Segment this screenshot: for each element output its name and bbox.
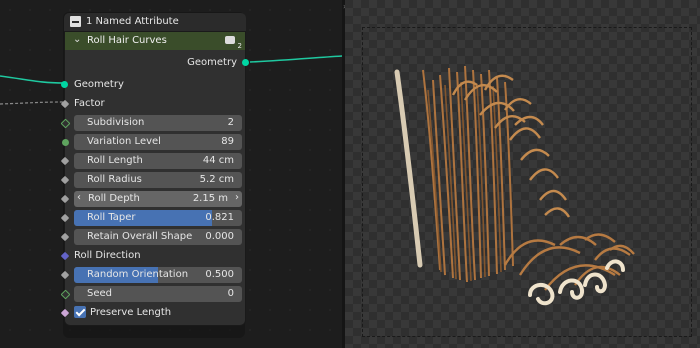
badge-count: 2: [237, 42, 242, 50]
subdivision-label: Subdivision: [87, 117, 145, 128]
input-geometry-label: Geometry: [74, 79, 124, 90]
roll-taper-slider[interactable]: Roll Taper 0.821: [74, 210, 242, 226]
roll-radius-value: 5.2 cm: [199, 174, 234, 185]
output-geometry-row: Geometry: [65, 54, 249, 72]
random-orientation-label: Random Orientation: [87, 269, 189, 280]
preserve-length-checkbox[interactable]: [74, 306, 86, 318]
retain-overall-shape-row: Retain Overall Shape 0.000: [60, 228, 245, 246]
output-geometry-label: Geometry: [187, 57, 237, 68]
variation-level-row: Variation Level 89: [62, 133, 245, 151]
variation-level-label: Variation Level: [87, 136, 161, 147]
roll-taper-label: Roll Taper: [87, 212, 136, 223]
roll-radius-label: Roll Radius: [87, 174, 142, 185]
seed-value: 0: [227, 288, 234, 299]
roll-depth-row: ‹ Roll Depth 2.15 m ›: [60, 190, 245, 208]
factor-label: Factor: [74, 98, 105, 109]
collapse-chevron-icon[interactable]: ⌄: [73, 34, 81, 45]
guide-strand: [394, 69, 423, 268]
named-attribute-label: 1 Named Attribute: [86, 16, 179, 27]
input-geometry-row: Geometry: [61, 76, 245, 94]
retain-overall-shape-value: 0.000: [205, 231, 234, 242]
random-orientation-slider[interactable]: Random Orientation 0.500: [74, 267, 242, 283]
node-header[interactable]: ⌄ Roll Hair Curves 2: [65, 32, 245, 50]
retain-overall-shape-slider[interactable]: Retain Overall Shape 0.000: [74, 229, 242, 245]
variation-level-field[interactable]: Variation Level 89: [74, 134, 242, 150]
roll-depth-value: 2.15 m: [192, 193, 228, 204]
subdivision-field[interactable]: Subdivision 2: [74, 115, 242, 131]
viewport-3d[interactable]: [345, 0, 700, 348]
roll-taper-row: Roll Taper 0.821: [60, 209, 245, 227]
input-factor-row: Factor: [60, 95, 245, 113]
roll-radius-field[interactable]: Roll Radius 5.2 cm: [74, 172, 242, 188]
increment-arrow-icon[interactable]: ›: [235, 192, 239, 203]
node-title: Roll Hair Curves: [87, 35, 167, 46]
subdivision-value: 2: [227, 117, 234, 128]
retain-overall-shape-label: Retain Overall Shape: [87, 231, 193, 242]
roll-depth-label: Roll Depth: [88, 193, 140, 204]
roll-direction-label: Roll Direction: [74, 250, 141, 261]
node-group-users-icon[interactable]: 2: [225, 34, 242, 50]
variation-level-socket[interactable]: [62, 139, 69, 146]
seed-row: Seed 0: [60, 285, 245, 303]
decrement-arrow-icon[interactable]: ‹: [77, 192, 81, 203]
hair-render: [394, 65, 635, 306]
roll-direction-row: Roll Direction: [60, 247, 245, 265]
geometry-input-wire: [0, 75, 65, 84]
preserve-length-label: Preserve Length: [90, 307, 172, 318]
seed-label: Seed: [87, 288, 112, 299]
node-editor[interactable]: 1 Named Attribute ⌄ Roll Hair Curves 2 G…: [0, 0, 342, 348]
roll-radius-row: Roll Radius 5.2 cm: [60, 171, 245, 189]
named-attribute-node[interactable]: 1 Named Attribute: [64, 13, 246, 31]
node-group-icon: [70, 16, 81, 27]
preserve-length-row: Preserve Length: [60, 304, 245, 322]
roll-length-label: Roll Length: [87, 155, 143, 166]
roll-length-field[interactable]: Roll Length 44 cm: [74, 153, 242, 169]
random-orientation-value: 0.500: [205, 269, 234, 280]
input-geometry-socket[interactable]: [61, 81, 68, 88]
roll-length-value: 44 cm: [202, 155, 234, 166]
roll-taper-value: 0.821: [205, 212, 234, 223]
random-orientation-row: Random Orientation 0.500: [60, 266, 245, 284]
factor-input-wire: [0, 101, 65, 105]
roll-hair-curves-node[interactable]: ⌄ Roll Hair Curves 2 Geometry Geometry F…: [60, 31, 249, 326]
roll-depth-field[interactable]: ‹ Roll Depth 2.15 m ›: [74, 191, 242, 207]
subdivision-row: Subdivision 2: [60, 114, 245, 132]
variation-level-value: 89: [221, 136, 234, 147]
output-geometry-socket[interactable]: [242, 59, 249, 66]
seed-field[interactable]: Seed 0: [74, 286, 242, 302]
roll-length-row: Roll Length 44 cm: [60, 152, 245, 170]
geometry-output-wire: [249, 55, 342, 63]
